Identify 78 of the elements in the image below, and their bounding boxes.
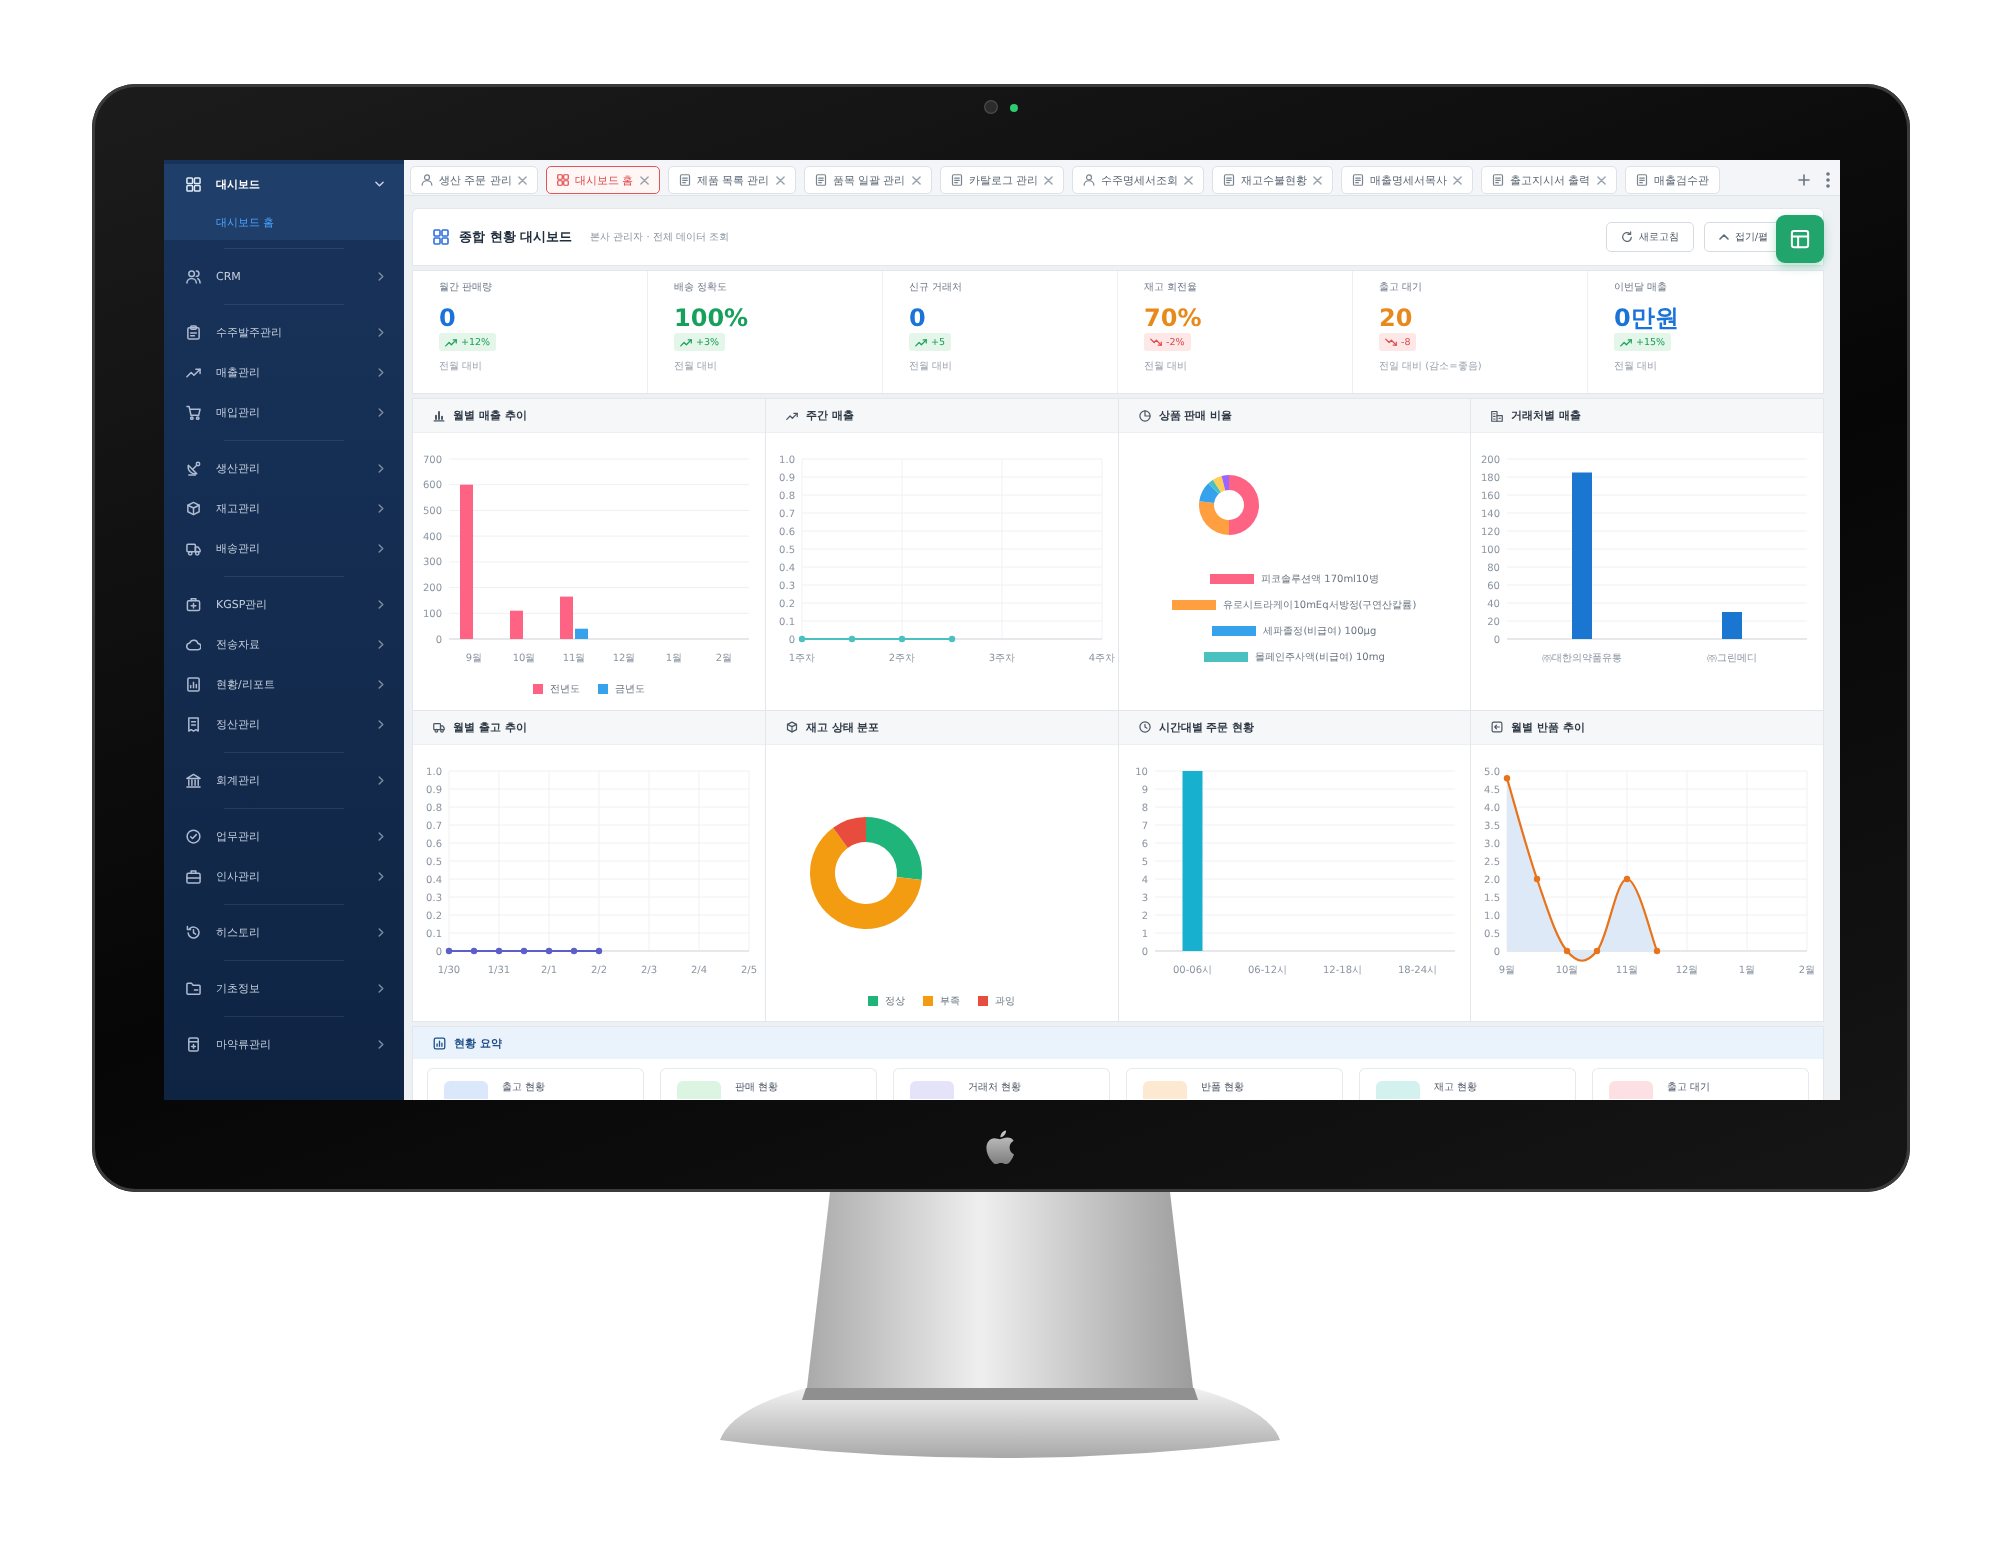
truck-icon <box>185 540 200 556</box>
cloud-icon <box>185 636 200 652</box>
chart-box-icon <box>432 1036 445 1050</box>
floating-action-button[interactable] <box>1775 215 1823 263</box>
data-point <box>947 635 954 643</box>
plus-icon[interactable] <box>1797 174 1809 186</box>
kpi-value: 0만원 <box>1613 303 1678 333</box>
data-point <box>444 947 452 954</box>
chevron-right-icon <box>377 871 383 881</box>
table-icon <box>1789 229 1809 249</box>
close-icon[interactable] <box>1043 175 1052 185</box>
kpi-value: 0 <box>908 303 925 333</box>
close-icon[interactable] <box>638 175 648 185</box>
chevron-right-icon <box>377 1039 383 1049</box>
report-icon <box>185 676 200 692</box>
kpi-value: 100% <box>673 303 748 333</box>
kpi-value: 70% <box>1143 303 1201 333</box>
chevron-right-icon <box>377 327 383 337</box>
chevron-right-icon <box>377 983 383 993</box>
clipboard-icon <box>185 324 200 340</box>
close-icon[interactable] <box>517 175 526 185</box>
grid-icon <box>432 229 448 245</box>
trend-line-icon <box>185 364 200 380</box>
history-icon <box>185 924 200 940</box>
bar-chart-icon <box>432 409 444 422</box>
data-point <box>1593 947 1600 954</box>
close-icon[interactable] <box>774 175 784 185</box>
data-point <box>469 947 477 954</box>
chevron-right-icon <box>377 271 383 281</box>
data-point <box>594 947 602 954</box>
data-point <box>1563 947 1570 954</box>
chevron-right-icon <box>377 367 383 377</box>
receipt-icon <box>185 716 200 732</box>
chevron-up-icon <box>1717 234 1728 240</box>
chevron-right-icon <box>377 543 383 553</box>
chevron-right-icon <box>377 503 383 513</box>
chevron-right-icon <box>377 639 383 649</box>
data-point <box>797 635 804 643</box>
cart-icon <box>185 404 200 420</box>
kpi-value: 0 <box>438 303 455 333</box>
close-icon[interactable] <box>1183 175 1192 185</box>
data-point <box>1533 875 1540 882</box>
kpi-value: 20 <box>1378 303 1412 333</box>
close-icon[interactable] <box>910 175 920 185</box>
chevron-right-icon <box>377 599 383 609</box>
chevron-right-icon <box>377 775 383 785</box>
satellite-dish-icon <box>185 460 200 476</box>
data-point <box>494 947 502 954</box>
box-icon <box>185 500 200 516</box>
grid-icon <box>185 176 200 192</box>
apple-icon <box>986 1129 1014 1163</box>
data-point <box>1653 947 1660 954</box>
chevron-right-icon <box>377 463 383 473</box>
chevron-right-icon <box>377 719 383 729</box>
indicator-light-icon <box>1009 103 1017 111</box>
pill-box-icon <box>185 1036 200 1052</box>
data-point <box>569 947 577 954</box>
close-icon[interactable] <box>1312 175 1321 185</box>
camera-icon <box>983 100 997 114</box>
chevron-right-icon <box>377 927 383 937</box>
check-circle-icon <box>185 828 200 844</box>
data-point <box>1623 875 1630 882</box>
medical-kit-icon <box>185 596 200 612</box>
data-point <box>519 947 527 954</box>
briefcase-icon <box>185 868 200 884</box>
data-point <box>847 635 854 643</box>
folder-icon <box>185 980 200 996</box>
close-icon[interactable] <box>1595 175 1605 185</box>
data-point <box>544 947 552 954</box>
bank-icon <box>185 772 200 788</box>
close-icon[interactable] <box>1452 175 1461 185</box>
users-icon <box>185 268 200 284</box>
chevron-right-icon <box>377 679 383 689</box>
data-point <box>1503 774 1510 781</box>
data-point <box>897 635 904 643</box>
chevron-right-icon <box>377 831 383 841</box>
chevron-down-icon <box>374 181 383 187</box>
chevron-right-icon <box>377 407 383 417</box>
